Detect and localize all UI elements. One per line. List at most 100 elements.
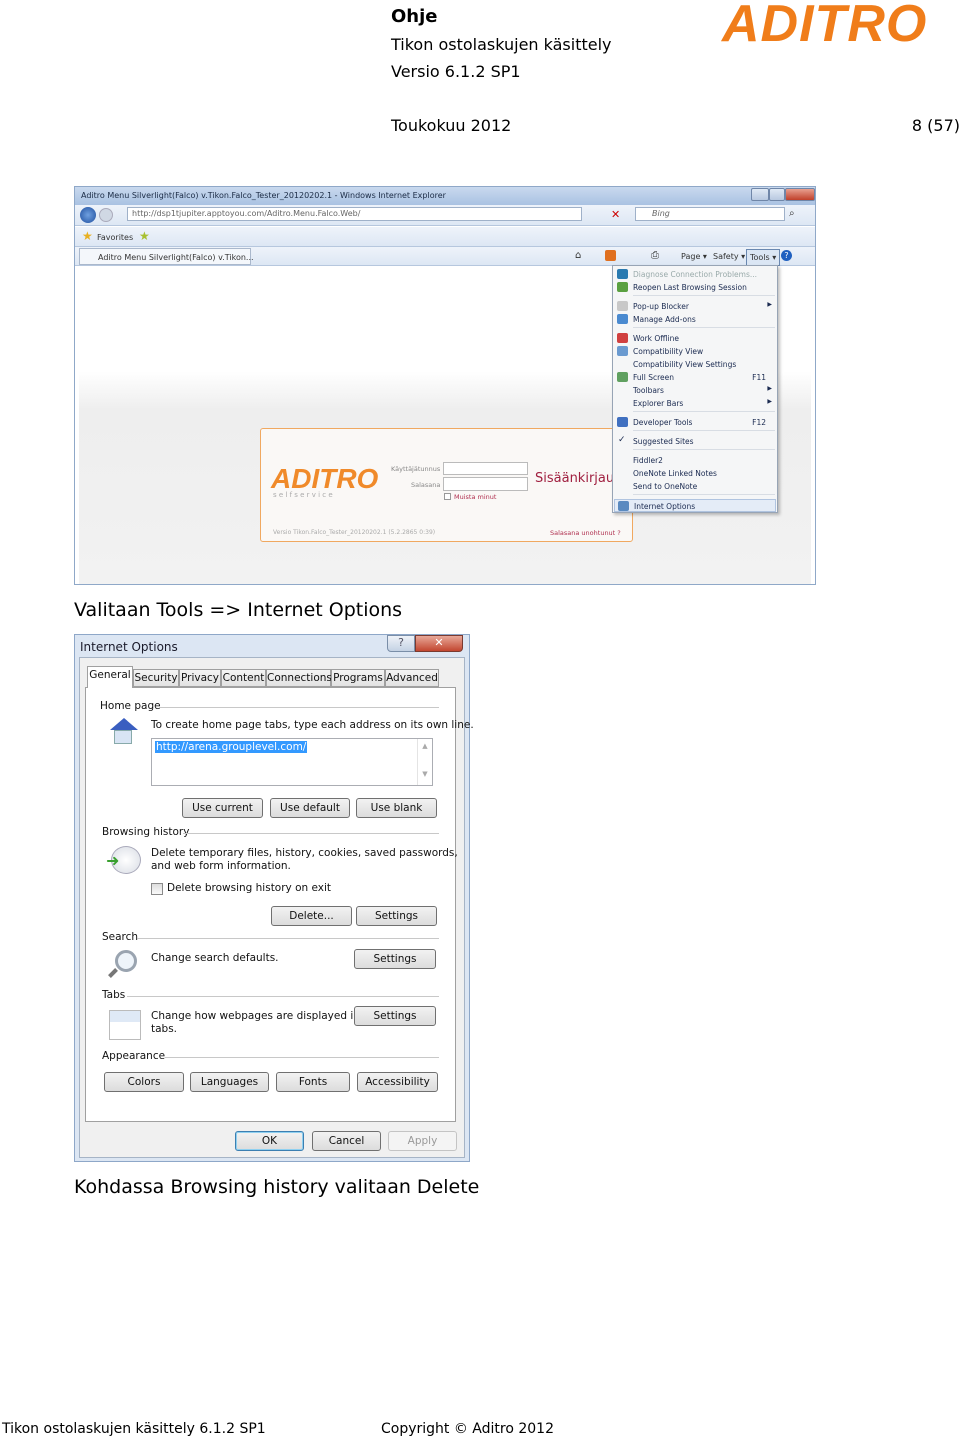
use-blank-button[interactable]: Use blank — [356, 798, 437, 818]
scrollbar[interactable]: ▲ ▼ — [417, 739, 432, 785]
tabs-text-2: tabs. — [151, 1023, 178, 1035]
accessibility-button[interactable]: Accessibility — [357, 1072, 438, 1092]
menu-item-icon — [618, 501, 629, 511]
menu-item-compatibility-view-settings[interactable]: Compatibility View Settings — [614, 358, 776, 371]
menu-item-explorer-bars[interactable]: Explorer Bars ▶ — [614, 397, 776, 410]
menu-item-onenote-linked-notes[interactable]: OneNote Linked Notes — [614, 467, 776, 480]
close-button[interactable] — [785, 188, 815, 201]
tab-programs[interactable]: Programs — [331, 669, 385, 687]
username-input[interactable] — [443, 462, 528, 475]
home-icon[interactable]: ⌂ — [575, 250, 581, 261]
home-page-textarea[interactable]: http://arena.grouplevel.com/ ▲ ▼ — [151, 738, 433, 786]
login-box: ADITRO s e l f s e r v i c e Käyttäjätun… — [260, 428, 633, 542]
remember-checkbox[interactable] — [444, 493, 451, 500]
maximize-button[interactable] — [769, 188, 785, 201]
browser-tab[interactable]: Aditro Menu Silverlight(Falco) v.Tikon..… — [79, 248, 254, 265]
menu-item-fiddler2[interactable]: Fiddler2 — [614, 454, 776, 467]
menu-item-icon — [617, 282, 628, 292]
favorites-button[interactable]: Favorites — [97, 233, 133, 242]
menu-item-label: Toolbars — [633, 386, 664, 395]
minimize-button[interactable] — [751, 188, 769, 201]
delete-on-exit-checkbox[interactable] — [151, 883, 163, 895]
divider — [127, 996, 439, 997]
menu-item-compatibility-view[interactable]: Compatibility View — [614, 345, 776, 358]
menu-item-icon — [617, 333, 628, 343]
menu-item-work-offline[interactable]: Work Offline — [614, 332, 776, 345]
search-settings-button[interactable]: Settings — [354, 949, 436, 969]
address-bar-row: http://dsp1tjupiter.apptoyou.com/Aditro.… — [75, 205, 815, 226]
appearance-label: Appearance — [102, 1050, 166, 1062]
menu-item-toolbars[interactable]: Toolbars ▶ — [614, 384, 776, 397]
footer-doc-name: Tikon ostolaskujen käsittely 6.1.2 SP1 — [2, 1421, 266, 1437]
menu-item-reopen-last-browsing-session[interactable]: Reopen Last Browsing Session — [614, 281, 776, 294]
feeds-icon[interactable] — [605, 250, 616, 261]
close-button[interactable]: ✕ — [415, 635, 463, 652]
house-icon — [108, 718, 138, 746]
help-button[interactable]: ? — [387, 635, 415, 652]
stop-icon[interactable]: ✕ — [611, 208, 620, 221]
search-input[interactable]: Bing — [635, 207, 785, 221]
menu-item-icon — [617, 314, 628, 324]
delete-button[interactable]: Delete... — [271, 906, 352, 926]
history-settings-button[interactable]: Settings — [356, 906, 437, 926]
address-input[interactable]: http://dsp1tjupiter.apptoyou.com/Aditro.… — [127, 207, 582, 221]
safety-menu[interactable]: Safety ▾ — [713, 252, 745, 261]
menu-separator — [633, 449, 775, 450]
back-icon[interactable] — [80, 207, 96, 223]
colors-button[interactable]: Colors — [104, 1072, 184, 1092]
page-menu[interactable]: Page ▾ — [681, 252, 707, 261]
magnifier-icon — [115, 950, 137, 972]
menu-item-suggested-sites[interactable]: ✓ Suggested Sites — [614, 435, 776, 448]
favorites-bar: ★ Favorites ★ — [75, 227, 815, 247]
menu-item-full-screen[interactable]: Full Screen F11 — [614, 371, 776, 384]
divider — [183, 833, 439, 834]
menu-item-internet-options[interactable]: Internet Options — [614, 499, 776, 512]
menu-item-pop-up-blocker[interactable]: Pop-up Blocker ▶ — [614, 300, 776, 313]
menu-item-icon — [617, 269, 628, 279]
ok-button[interactable]: OK — [235, 1131, 304, 1151]
check-icon: ✓ — [618, 435, 626, 445]
menu-item-diagnose-connection-problems[interactable]: Diagnose Connection Problems... — [614, 268, 776, 281]
tabs-settings-button[interactable]: Settings — [354, 1006, 436, 1026]
dialog-title: Internet Options — [80, 640, 178, 654]
use-default-button[interactable]: Use default — [270, 798, 350, 818]
menu-item-manage-add-ons[interactable]: Manage Add-ons — [614, 313, 776, 326]
help-icon[interactable]: ? — [781, 250, 792, 261]
add-favorite-icon[interactable]: ★ — [139, 229, 150, 243]
menu-item-label: Pop-up Blocker — [633, 302, 689, 311]
use-current-button[interactable]: Use current — [182, 798, 263, 818]
apply-button[interactable]: Apply — [388, 1131, 457, 1151]
footer-copyright: Copyright © Aditro 2012 — [381, 1421, 554, 1437]
search-label: Search — [102, 931, 139, 943]
menu-item-send-to-onenote[interactable]: Send to OneNote — [614, 480, 776, 493]
tab-content[interactable]: Content — [221, 669, 266, 687]
tab-connections[interactable]: Connections — [266, 669, 332, 687]
password-input[interactable] — [443, 477, 528, 491]
tools-menu[interactable]: Tools ▾ — [746, 249, 781, 266]
caption-delete: Kohdassa Browsing history valitaan Delet… — [74, 1176, 480, 1198]
tab-advanced[interactable]: Advanced — [385, 669, 439, 687]
delete-on-exit-label: Delete browsing history on exit — [167, 882, 332, 894]
search-icon[interactable]: ⌕ — [789, 208, 795, 219]
history-clock-icon: ➜ — [106, 846, 141, 874]
menu-item-developer-tools[interactable]: Developer Tools F12 — [614, 416, 776, 429]
menu-item-label: Compatibility View — [633, 347, 704, 356]
menu-item-label: Send to OneNote — [633, 482, 698, 491]
divider — [165, 1057, 439, 1058]
tab-general[interactable]: General — [87, 666, 133, 688]
remember-label: Muista minut — [454, 493, 497, 501]
fonts-button[interactable]: Fonts — [276, 1072, 350, 1092]
print-icon[interactable]: ⎙ — [651, 250, 659, 261]
tab-security[interactable]: Security — [133, 669, 179, 687]
forward-icon[interactable] — [99, 208, 113, 222]
home-page-hint: To create home page tabs, type each addr… — [151, 719, 474, 731]
tab-privacy[interactable]: Privacy — [179, 669, 221, 687]
menu-item-icon — [617, 301, 628, 311]
tab-row: Aditro Menu Silverlight(Falco) v.Tikon..… — [75, 247, 815, 266]
menu-item-label: Internet Options — [634, 502, 696, 511]
tools-dropdown-menu: Diagnose Connection Problems... Reopen La… — [612, 265, 778, 513]
cancel-button[interactable]: Cancel — [312, 1131, 381, 1151]
languages-button[interactable]: Languages — [190, 1072, 269, 1092]
doc-date: Toukokuu 2012 — [391, 116, 512, 135]
forgot-password-link[interactable]: Salasana unohtunut ? — [550, 529, 621, 537]
